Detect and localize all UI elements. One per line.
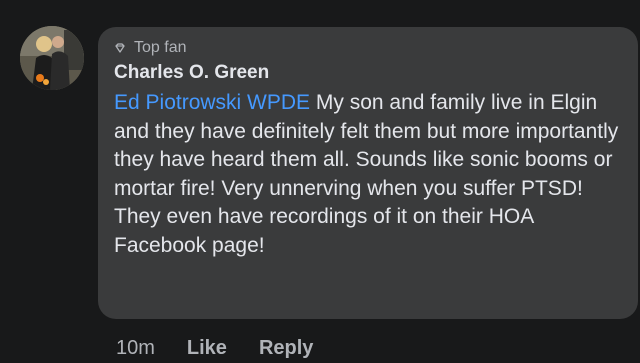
timestamp[interactable]: 10m <box>116 336 155 360</box>
comment-actions: 10m Like Reply <box>116 336 313 360</box>
mention-link[interactable]: Ed Piotrowski WPDE <box>114 91 310 114</box>
avatar[interactable] <box>20 26 84 90</box>
top-fan-badge[interactable]: Top fan <box>114 39 622 57</box>
reply-button[interactable]: Reply <box>259 336 313 360</box>
like-button[interactable]: Like <box>187 336 227 360</box>
diamond-icon <box>115 43 125 53</box>
comment-author[interactable]: Charles O. Green <box>114 61 622 85</box>
comment-bubble: Top fan Charles O. Green Ed Piotrowski W… <box>98 27 638 319</box>
badge-label: Top fan <box>134 39 187 56</box>
comment-body: My son and family live in Elgin and they… <box>114 91 619 257</box>
avatar-photo <box>20 26 84 90</box>
comment-text: Ed Piotrowski WPDE My son and family liv… <box>114 89 622 260</box>
previous-content-edge <box>250 0 310 2</box>
